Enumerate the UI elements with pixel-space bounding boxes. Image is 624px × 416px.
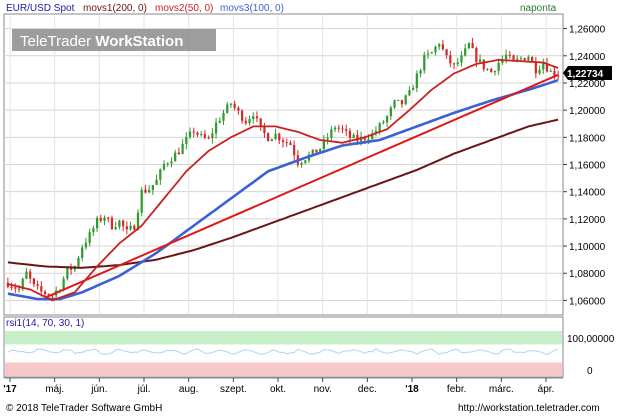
candle	[530, 56, 534, 62]
x-tick-label: nov.	[314, 384, 332, 395]
copyright-text: © 2018 TeleTrader Software GmbH	[6, 403, 162, 414]
y-tick-label: 1,10000	[569, 242, 606, 253]
rsi-y-tick-0: 0	[587, 366, 593, 377]
source-url: http://workstation.teletrader.com	[458, 403, 600, 414]
x-tick-label: dec.	[358, 384, 377, 395]
x-tick-label: okt.	[270, 384, 286, 395]
candle	[140, 187, 143, 217]
candle	[66, 266, 69, 281]
candle	[315, 149, 318, 153]
rsi-legend: rsi1(14, 70, 30, 1)	[6, 318, 84, 329]
x-tick-label: aug.	[179, 384, 198, 395]
legend-ma100: movs3(100, 0)	[220, 3, 284, 14]
candle	[267, 132, 270, 142]
y-tick-label: 1,12000	[569, 215, 606, 226]
legend-instrument: EUR/USD Spot	[6, 3, 75, 14]
x-tick-label: máj.	[45, 384, 64, 395]
y-tick-label: 1,24000	[569, 52, 606, 63]
candle	[397, 99, 400, 101]
y-tick-label: 1,20000	[569, 106, 606, 117]
x-tick-label: szept.	[220, 384, 247, 395]
last-price-label: 1,22734	[567, 69, 604, 80]
x-tick-label: júl.	[137, 384, 151, 395]
y-tick-label: 1,06000	[569, 296, 606, 307]
candle	[404, 94, 407, 106]
candle	[523, 57, 526, 61]
legend-ma200: movs1(200, 0)	[83, 3, 147, 14]
y-tick-label: 1,18000	[569, 133, 606, 144]
y-tick-label: 1,22000	[569, 79, 606, 90]
logo-text: TeleTrader WorkStation	[20, 33, 183, 50]
candle	[21, 277, 24, 292]
x-tick-label: jún.	[90, 384, 107, 395]
y-tick-label: 1,16000	[569, 161, 606, 172]
y-tick-label: 1,14000	[569, 188, 606, 199]
last-price-marker: 1,22734	[563, 65, 612, 80]
x-tick-label: febr.	[447, 384, 466, 395]
rsi-overbought-band	[5, 331, 562, 345]
candle	[467, 42, 471, 50]
y-tick-label: 1,08000	[569, 269, 606, 280]
legend-ma50: movs2(50, 0)	[155, 3, 213, 14]
x-tick-label: ápr.	[538, 384, 555, 395]
rsi-oversold-band	[5, 362, 562, 376]
period-label: naponta	[520, 3, 557, 14]
y-tick-label: 1,26000	[569, 25, 606, 36]
candle	[423, 51, 426, 74]
rsi-y-tick-100: 100,00000	[567, 334, 615, 345]
x-tick-label: '18	[405, 384, 419, 395]
chart-canvas: EUR/USD Spot movs1(200, 0) movs2(50, 0) …	[0, 0, 624, 416]
x-tick-label: márc.	[489, 384, 514, 395]
x-tick-label: '17	[3, 384, 17, 395]
